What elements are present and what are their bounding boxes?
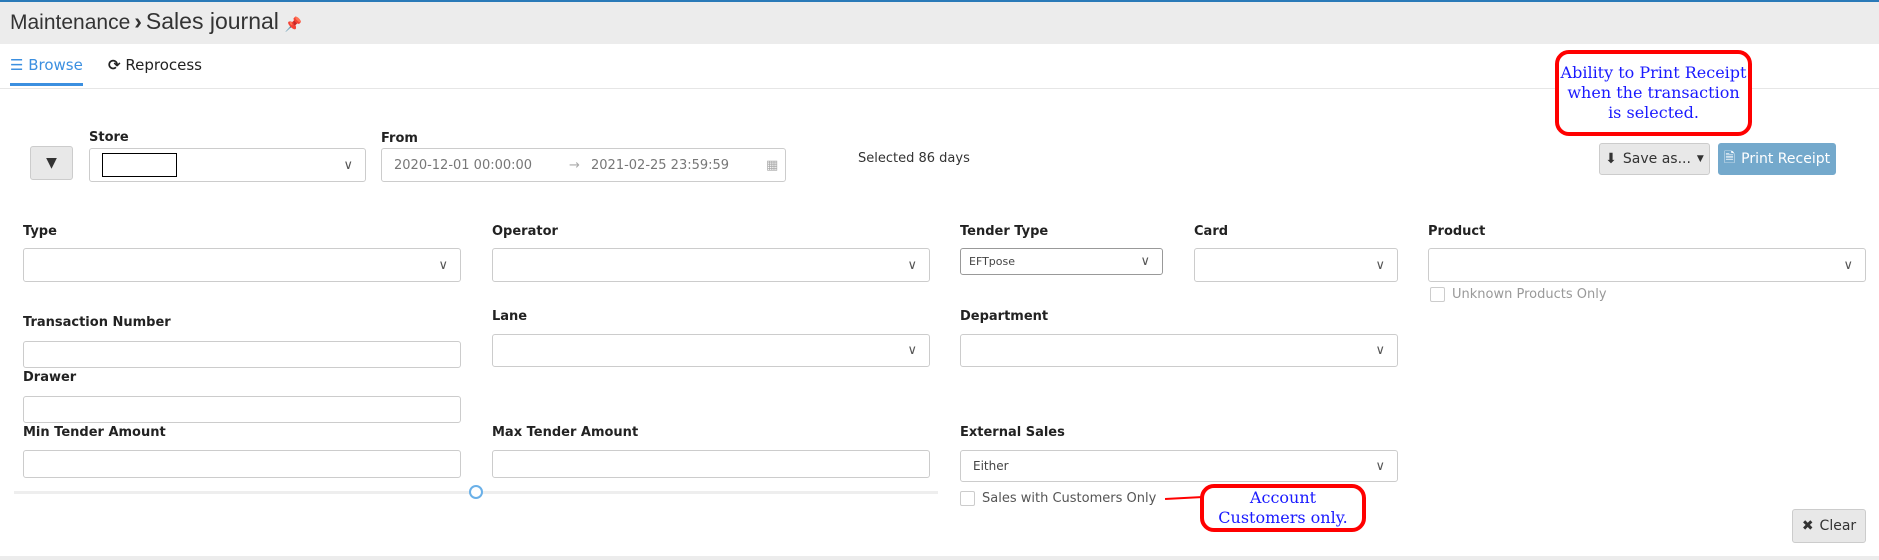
min-tender-label: Min Tender Amount [23, 425, 166, 440]
card-select[interactable] [1194, 248, 1398, 282]
clear-label: Clear [1819, 518, 1857, 534]
from-label: From [381, 131, 418, 146]
type-label: Type [23, 224, 57, 239]
save-as-button[interactable]: ⬇ Save as... ▼ [1599, 143, 1710, 175]
print-receipt-button[interactable]: 🗎 Print Receipt [1718, 143, 1836, 175]
tab-reprocess[interactable]: ⟳ Reprocess [108, 56, 202, 74]
lane-label: Lane [492, 309, 528, 324]
page-title: Sales journal [145, 8, 279, 34]
store-select[interactable] [89, 148, 366, 182]
tab-browse[interactable]: ☰ Browse [10, 56, 83, 86]
filter-button[interactable]: ▼ [30, 146, 73, 180]
save-as-label: Save as... [1622, 151, 1691, 167]
tender-type-select[interactable]: EFTpose [960, 248, 1163, 275]
transaction-number-label: Transaction Number [23, 315, 171, 330]
caret-down-icon: ▼ [1696, 154, 1704, 164]
external-sales-select[interactable]: Either [960, 450, 1398, 482]
tab-label: Browse [28, 56, 83, 74]
store-value-redacted [102, 153, 177, 177]
clear-button[interactable]: ✖ Clear [1792, 509, 1866, 543]
card-label: Card [1194, 224, 1229, 239]
product-select[interactable] [1428, 248, 1866, 282]
drawer-input[interactable] [23, 396, 461, 423]
document-icon: 🗎 [1723, 150, 1736, 166]
arrow-icon: → [569, 157, 580, 173]
product-label: Product [1428, 224, 1486, 239]
callout-pointer [1164, 496, 1204, 500]
date-start[interactable]: 2020-12-01 00:00:00 [394, 158, 569, 173]
list-icon: ☰ [10, 56, 24, 74]
download-icon: ⬇ [1605, 151, 1617, 167]
date-range-input[interactable]: 2020-12-01 00:00:00 → 2021-02-25 23:59:5… [381, 148, 786, 182]
customers-only-checkbox[interactable] [960, 491, 975, 506]
department-select[interactable] [960, 334, 1398, 367]
date-end[interactable]: 2021-02-25 23:59:59 [591, 158, 766, 173]
refresh-icon: ⟳ [108, 56, 121, 74]
breadcrumb: Maintenance › Sales journal 📌 [10, 8, 302, 35]
max-tender-label: Max Tender Amount [492, 425, 639, 440]
print-receipt-label: Print Receipt [1741, 151, 1831, 167]
breadcrumb-separator: › [134, 8, 142, 34]
customers-only-label: Sales with Customers Only [982, 491, 1157, 506]
external-sales-label: External Sales [960, 425, 1065, 440]
min-tender-input[interactable] [23, 450, 461, 478]
drawer-label: Drawer [23, 370, 77, 385]
unknown-products-label: Unknown Products Only [1452, 287, 1607, 302]
tender-type-label: Tender Type [960, 224, 1049, 239]
pin-icon[interactable]: 📌 [285, 16, 302, 32]
max-tender-input[interactable] [492, 450, 930, 478]
filter-icon: ▼ [46, 155, 57, 171]
lane-select[interactable] [492, 334, 930, 367]
tab-label: Reprocess [125, 56, 202, 74]
type-select[interactable] [23, 248, 461, 282]
store-label: Store [89, 130, 129, 145]
breadcrumb-parent[interactable]: Maintenance [10, 11, 130, 34]
calendar-icon[interactable]: ▦ [766, 158, 778, 173]
department-label: Department [960, 309, 1049, 324]
close-icon: ✖ [1801, 518, 1814, 534]
operator-select[interactable] [492, 248, 930, 282]
customers-annotation-callout: Account Customers only. [1200, 484, 1366, 532]
transaction-number-input[interactable] [23, 341, 461, 368]
unknown-products-checkbox[interactable] [1430, 287, 1445, 302]
print-annotation-callout: Ability to Print Receipt when the transa… [1555, 50, 1752, 136]
range-slider-handle[interactable] [469, 485, 483, 499]
bottom-border [0, 556, 1879, 560]
operator-label: Operator [492, 224, 558, 239]
selected-days-text: Selected 86 days [858, 151, 970, 166]
